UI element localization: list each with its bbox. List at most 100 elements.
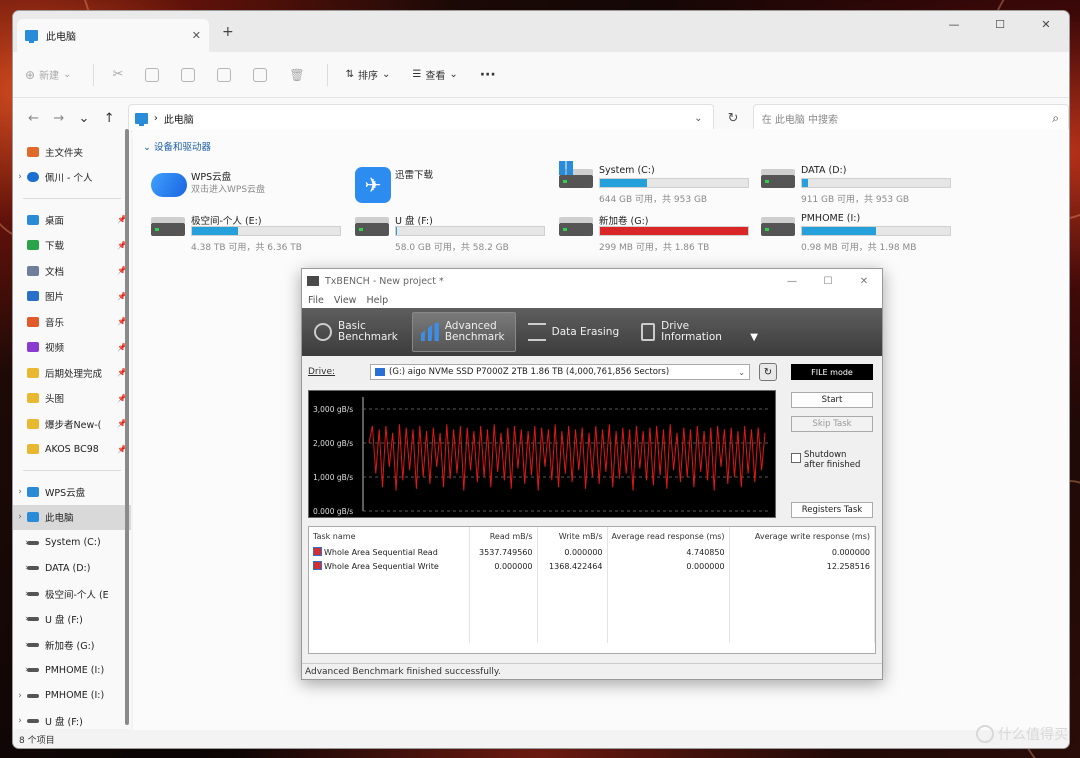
column-header[interactable]: Write mB/s	[537, 527, 608, 545]
chevron-right-icon[interactable]: ›	[13, 691, 27, 701]
table-row[interactable]: Whole Area Sequential Write 0.000000 136…	[309, 559, 876, 573]
sidebar-item-pinned[interactable]: 后期处理完成 📌	[13, 360, 131, 386]
back-arrow-icon[interactable]: ←	[21, 111, 46, 126]
minimize-icon[interactable]: —	[774, 269, 810, 293]
minimize-icon[interactable]: —	[931, 11, 977, 37]
close-window-icon[interactable]: ✕	[1023, 11, 1069, 37]
chevron-right-icon[interactable]: ›	[13, 589, 29, 599]
chevron-right-icon[interactable]: ›	[13, 512, 27, 522]
sidebar-tree-item[interactable]: › 此电脑	[13, 504, 131, 530]
close-window-icon[interactable]: ✕	[846, 269, 882, 293]
copy-button[interactable]	[145, 67, 160, 82]
sidebar-tree-item[interactable]: › 新加卷 (G:)	[13, 632, 131, 658]
tab-label: Information	[661, 331, 722, 343]
watermark: 什么值得买	[976, 724, 1068, 744]
sidebar-tree-item[interactable]: › DATA (D:)	[13, 556, 131, 582]
sidebar-item-pinned[interactable]: 视频 📌	[13, 335, 131, 361]
refresh-icon[interactable]: ↻	[720, 111, 747, 126]
drive-name: System (C:)	[599, 165, 655, 176]
column-header[interactable]: Average write response (ms)	[729, 527, 876, 545]
skip-task-button[interactable]: Skip Task	[791, 416, 873, 432]
column-header[interactable]: Read mB/s	[469, 527, 538, 545]
sidebar-item-home[interactable]: 主文件夹	[13, 139, 131, 165]
drive-tile[interactable]: DATA (D:) 911 GB 可用，共 953 GB	[761, 165, 961, 205]
sidebar-item-pinned[interactable]: 音乐 📌	[13, 309, 131, 335]
sort-button[interactable]: ⇅ 排序 ⌄	[346, 67, 391, 82]
chevron-right-icon[interactable]: ›	[13, 487, 27, 497]
window-title: TxBENCH - New project *	[325, 275, 444, 287]
wps-cloud-item[interactable]: WPS云盘 双击进入WPS云盘	[151, 169, 351, 209]
more-tabs-icon[interactable]: ▼	[750, 332, 758, 343]
sidebar-item-pinned[interactable]: 文档 📌	[13, 258, 131, 284]
paste-button[interactable]	[181, 67, 196, 82]
menu-file[interactable]: File	[308, 295, 324, 306]
registers-task-button[interactable]: Registers Task	[791, 502, 873, 518]
sidebar-tree-item[interactable]: › System (C:)	[13, 530, 131, 556]
new-button[interactable]: ⊕ 新建 ⌄	[25, 67, 71, 83]
menu-view[interactable]: View	[334, 295, 357, 306]
close-tab-icon[interactable]: ✕	[192, 29, 201, 42]
new-tab-icon[interactable]: +	[222, 24, 234, 40]
column-header[interactable]: Task name	[309, 527, 470, 545]
sidebar-tree-item[interactable]: › PMHOME (I:)	[13, 658, 131, 684]
drive-tile[interactable]: 新加卷 (G:) 299 MB 可用，共 1.86 TB	[559, 213, 759, 253]
sidebar-tree-item[interactable]: › WPS云盘	[13, 479, 131, 505]
sidebar-scrollbar[interactable]	[125, 129, 129, 725]
sidebar-item-pinned[interactable]: AKOS BC98 📌	[13, 437, 131, 463]
share-button[interactable]	[253, 67, 268, 82]
sidebar-tree-item[interactable]: › PMHOME (I:)	[13, 683, 131, 709]
drive-tile[interactable]: 极空间-个人 (E:) 4.38 TB 可用，共 6.36 TB	[151, 213, 351, 253]
watermark-text: 什么值得买	[998, 727, 1068, 743]
xunlei-download-item[interactable]: ✈ 迅雷下载	[355, 167, 555, 207]
chevron-right-icon[interactable]: ›	[13, 172, 27, 182]
more-options-button[interactable]: ···	[480, 67, 496, 83]
sidebar-item-pinned[interactable]: 爆步者New-(📌	[13, 411, 131, 437]
search-input[interactable]: 在 此电脑 中搜索 ⌕	[752, 104, 1069, 132]
section-header[interactable]: ⌄ 设备和驱动器	[143, 139, 211, 153]
chevron-right-icon[interactable]: ›	[13, 640, 29, 650]
file-mode-button[interactable]: FILE mode	[791, 364, 873, 380]
sidebar-tree-item[interactable]: › U 盘 (F:)	[13, 607, 131, 633]
start-button[interactable]: Start	[791, 392, 873, 408]
chevron-right-icon[interactable]: ›	[13, 665, 29, 675]
refresh-drives-button[interactable]: ↻	[759, 363, 777, 381]
maximize-icon[interactable]: ☐	[810, 269, 846, 293]
sidebar-item-pinned[interactable]: 下载 📌	[13, 233, 131, 259]
sidebar-item-pinned[interactable]: 桌面 📌	[13, 207, 131, 233]
chevron-right-icon[interactable]: ›	[13, 614, 29, 624]
drive-tile[interactable]: System (C:) 644 GB 可用，共 953 GB	[559, 161, 759, 205]
drive-tile[interactable]: U 盘 (F:) 58.0 GB 可用，共 58.2 GB	[355, 213, 555, 253]
chevron-right-icon[interactable]: ›	[13, 563, 29, 573]
tab-this-pc[interactable]: 此电脑 ✕	[17, 19, 209, 52]
chevron-down-icon[interactable]: ⌄	[694, 113, 702, 124]
delete-button[interactable]: 🗑	[289, 68, 304, 82]
shutdown-checkbox[interactable]: Shutdown after finished	[791, 450, 860, 470]
breadcrumb[interactable]: 此电脑	[164, 111, 194, 126]
view-button[interactable]: ☰ 查看 ⌄	[412, 67, 457, 82]
up-arrow-icon[interactable]: ↑	[97, 111, 122, 126]
sidebar-tree-item[interactable]: › 极空间-个人 (E	[13, 581, 131, 607]
menu-help[interactable]: Help	[366, 295, 388, 306]
maximize-icon[interactable]: ☐	[977, 11, 1023, 37]
drive-info-icon	[641, 323, 656, 341]
column-header[interactable]: Average read response (ms)	[607, 527, 730, 545]
tab-drive-information[interactable]: Drive Information	[633, 312, 732, 352]
tab-data-erasing[interactable]: Data Erasing	[520, 312, 630, 352]
cut-button[interactable]: ✂	[112, 67, 123, 82]
drive-name: PMHOME (I:)	[801, 213, 861, 224]
sidebar-item-cloud-personal[interactable]: › 佩川 - 个人	[13, 165, 131, 191]
chevron-right-icon[interactable]: ›	[13, 538, 29, 548]
drive-select[interactable]: (G:) aigo NVMe SSD P7000Z 2TB 1.86 TB (4…	[370, 364, 750, 380]
table-row[interactable]: Whole Area Sequential Read 3537.749560 0…	[309, 545, 876, 559]
checkbox-box[interactable]	[791, 453, 801, 463]
drive-tile[interactable]: PMHOME (I:) 0.98 MB 可用，共 1.98 MB	[761, 213, 961, 253]
sidebar-item-pinned[interactable]: 图片 📌	[13, 284, 131, 310]
chevron-down-icon[interactable]: ⌄	[71, 111, 96, 126]
forward-arrow-icon[interactable]: →	[46, 111, 71, 126]
rename-button[interactable]	[217, 67, 232, 82]
tab-advanced-benchmark[interactable]: Advanced Benchmark	[411, 312, 516, 352]
tab-basic-benchmark[interactable]: Basic Benchmark	[306, 312, 408, 352]
address-bar[interactable]: › 此电脑 ⌄	[127, 104, 714, 132]
chevron-right-icon[interactable]: ›	[13, 716, 27, 726]
sidebar-item-pinned[interactable]: 头图 📌	[13, 386, 131, 412]
